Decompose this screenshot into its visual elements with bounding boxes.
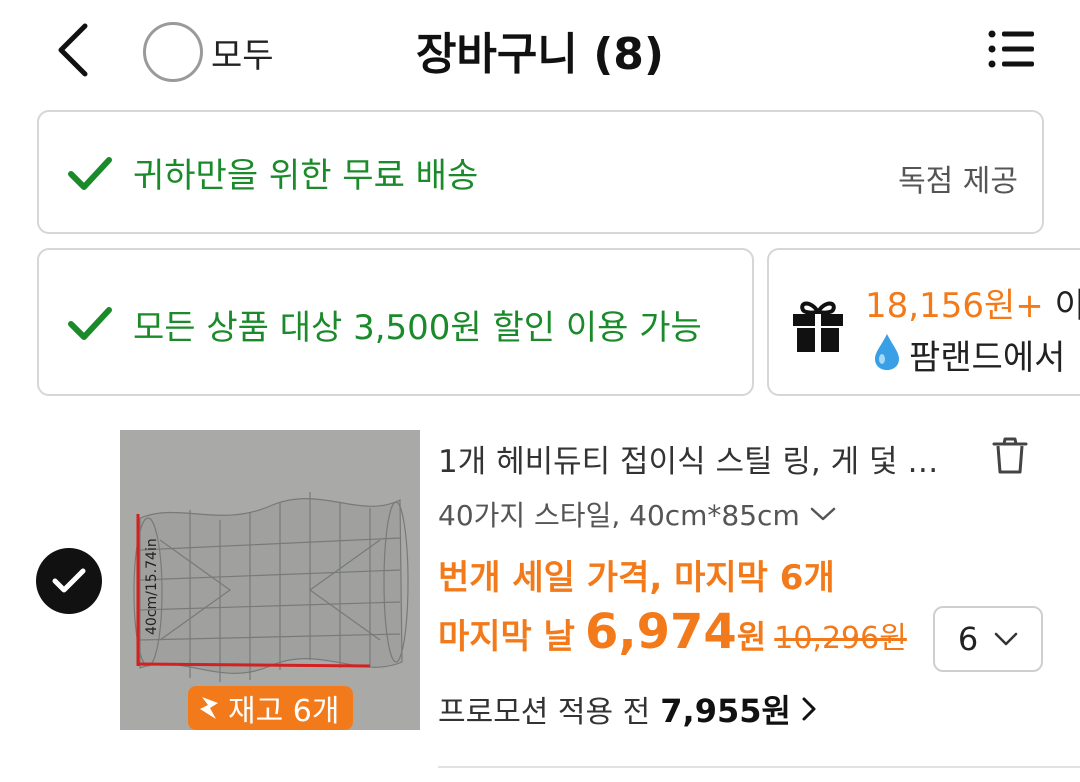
chevron-down-icon [994,632,1018,646]
delete-button[interactable] [988,434,1032,478]
sale-price: 6,974 [584,604,737,660]
before-promo-label: 프로모션 적용 전 [438,695,651,730]
stock-badge-label: 재고 6개 [228,694,340,729]
select-all-toggle[interactable]: 모두 [143,22,274,82]
page-title: 장바구니 (8) [415,29,665,80]
flash-sale-text: 번개 세일 가격, 마지막 6개 [438,558,835,598]
item-checkbox[interactable] [36,548,102,614]
product-photo: 40cm/15.74in [120,430,420,730]
free-shipping-banner[interactable]: 귀하만을 위한 무료 배송 독점 제공 [37,110,1044,234]
price-prefix: 마지막 날 [438,617,575,657]
menu-button[interactable] [984,24,1040,74]
checkmark-icon [68,157,112,190]
product-image[interactable]: 40cm/15.74in 재고 6개 [120,430,420,730]
chevron-down-icon [810,507,835,521]
discount-text: 모든 상품 대상 3,500원 할인 이용 가능 [133,308,702,348]
trash-icon [992,437,1028,474]
row-divider [438,766,1080,768]
select-all-label: 모두 [211,35,274,76]
discount-banner[interactable]: 모든 상품 대상 3,500원 할인 이용 가능 [37,248,754,396]
back-button[interactable] [48,20,98,80]
list-menu-icon [988,30,1034,68]
water-drop-icon [875,334,899,370]
free-shipping-text: 귀하만을 위한 무료 배송 [133,156,479,196]
product-name[interactable]: 1개 헤비듀티 접이식 스틸 링, 게 덫 통발 [438,436,958,481]
price-row: 마지막 날 6,974 원 10,296원 [438,604,907,660]
promo-banner[interactable]: 18,156원+ 이 팜랜드에서 [767,248,1080,396]
checkmark-icon [52,568,86,593]
variant-selector[interactable]: 40가지 스타일, 40cm*85cm [438,494,836,534]
select-all-radio[interactable] [143,22,203,82]
flash-icon [200,697,218,719]
chevron-right-icon [802,697,816,721]
quantity-value: 6 [957,620,979,658]
quantity-selector[interactable]: 6 [933,606,1043,672]
exclusive-tag: 독점 제공 [898,164,1018,199]
stock-badge: 재고 6개 [188,686,354,730]
promo-amount: 18,156원+ 이 [865,286,1080,326]
variant-label: 40가지 스타일, 40cm*85cm [438,499,800,532]
back-arrow-icon [58,23,88,77]
gift-icon [793,301,843,352]
original-price: 10,296원 [774,621,907,656]
checkmark-icon [68,307,112,340]
image-size-label: 40cm/15.74in [144,538,160,635]
before-promo-price: 7,955원 [660,692,791,730]
before-promo-link[interactable]: 프로모션 적용 전 7,955원 [438,686,817,732]
price-unit: 원 [736,618,767,656]
promo-store-text: 팜랜드에서 [909,338,1066,378]
